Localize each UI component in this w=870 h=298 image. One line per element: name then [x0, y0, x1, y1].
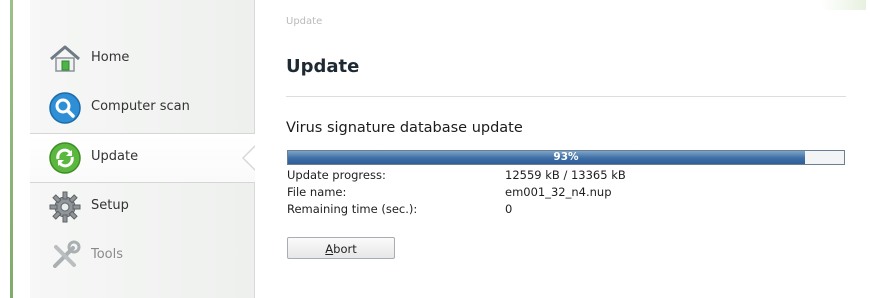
page-title: Update	[286, 56, 360, 77]
sidebar-item-tools[interactable]: Tools	[30, 232, 254, 280]
sidebar-item-label: Update	[91, 149, 139, 164]
sidebar-item-label: Computer scan	[91, 99, 190, 114]
sidebar: Home Computer scan Update Setup Tools	[30, 0, 256, 298]
progress-percent-label: 93%	[553, 151, 579, 163]
section-title: Virus signature database update	[286, 120, 523, 136]
abort-button[interactable]: Abort	[287, 237, 395, 259]
info-key: Update progress:	[287, 168, 386, 182]
sidebar-item-computer-scan[interactable]: Computer scan	[30, 84, 254, 132]
sidebar-item-home[interactable]: Home	[30, 35, 254, 83]
info-key: Remaining time (sec.):	[287, 202, 418, 216]
sidebar-item-label: Setup	[91, 198, 129, 213]
sidebar-item-setup[interactable]: Setup	[30, 183, 254, 231]
update-arrows-icon	[48, 141, 82, 175]
abort-label: bort	[333, 242, 357, 256]
home-icon	[48, 42, 82, 76]
main-panel: Update Update Virus signature database u…	[255, 0, 870, 298]
magnifier-icon	[48, 91, 82, 125]
sidebar-item-label: Home	[91, 50, 130, 65]
info-key: File name:	[287, 185, 347, 199]
abort-accelerator: A	[325, 242, 334, 256]
window-corner-gradient	[822, 0, 866, 10]
sidebar-item-label: Tools	[91, 247, 124, 262]
gear-icon	[48, 190, 82, 224]
info-value: em001_32_n4.nup	[505, 185, 612, 199]
tools-icon	[48, 239, 82, 273]
sidebar-item-update[interactable]: Update	[30, 133, 256, 183]
breadcrumb: Update	[286, 16, 323, 27]
info-value: 0	[505, 202, 513, 216]
window-accent-strip	[10, 0, 13, 298]
info-value: 12559 kB / 13365 kB	[505, 168, 626, 182]
title-divider	[286, 96, 846, 97]
update-progress-bar: 93%	[287, 150, 845, 165]
